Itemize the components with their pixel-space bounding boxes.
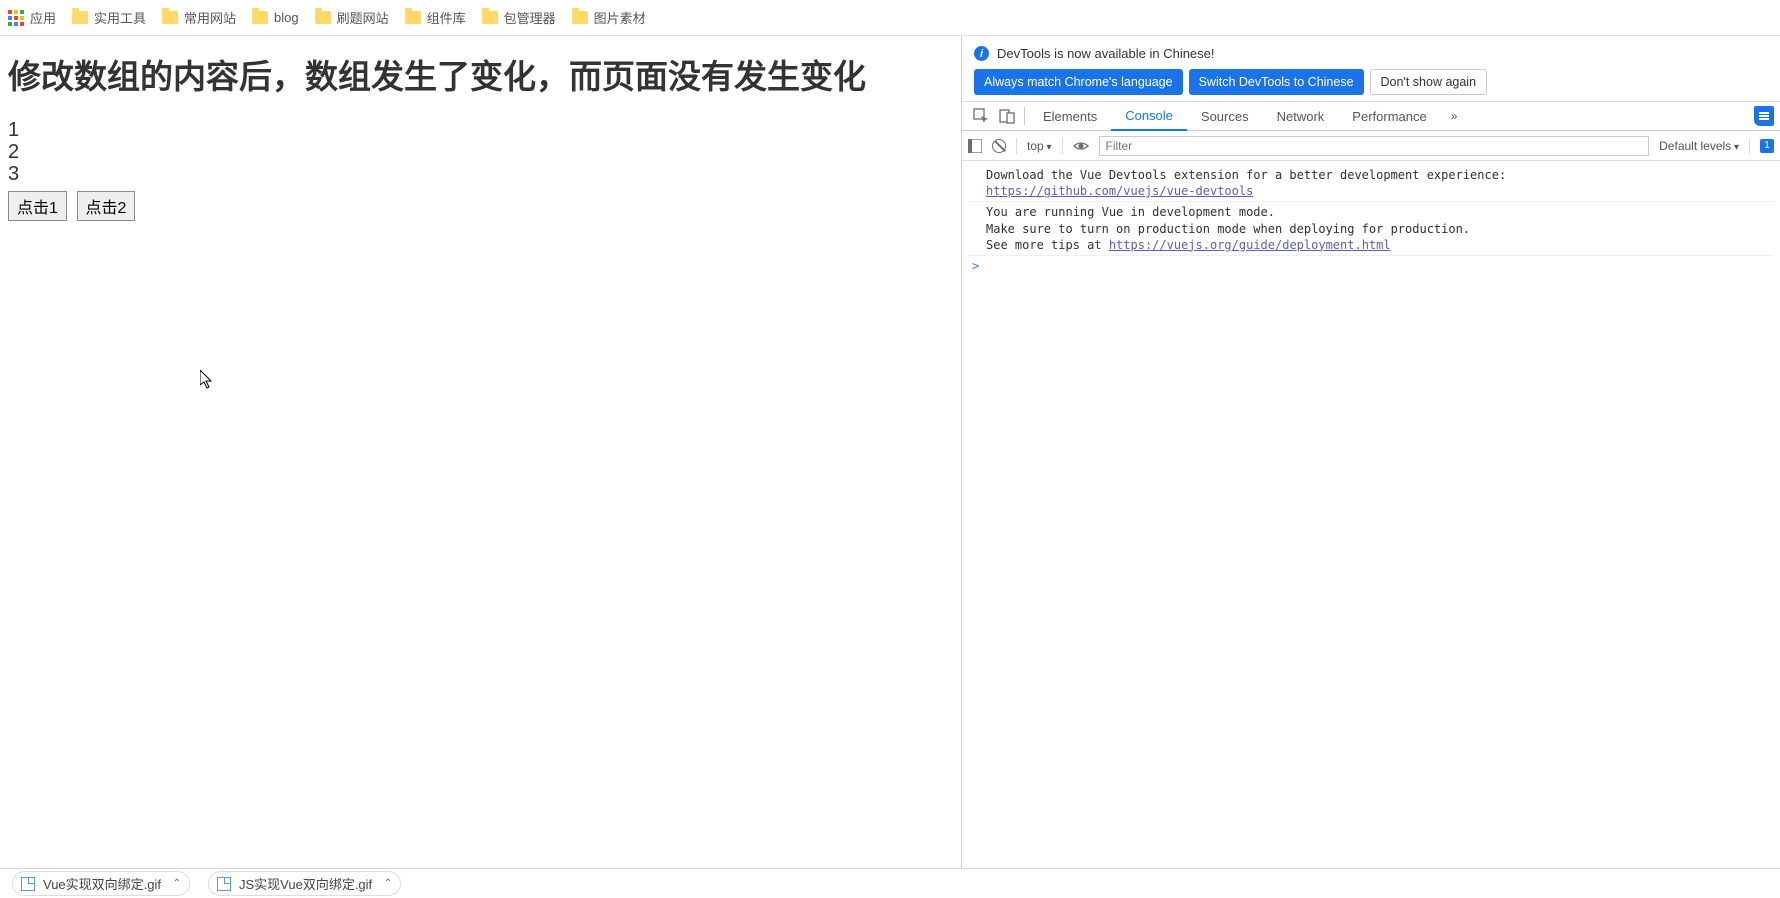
console-text: Make sure to turn on production mode whe… [986, 222, 1470, 236]
bookmark-folder[interactable]: 图片素材 [572, 8, 646, 27]
folder-icon [405, 11, 421, 24]
tab-sources[interactable]: Sources [1187, 102, 1263, 130]
bookmark-label: 刷题网站 [337, 8, 389, 27]
console-text: See more tips at [986, 238, 1109, 252]
download-item[interactable]: JS实现Vue双向绑定.gif ⌃ [208, 871, 401, 896]
feedback-icon[interactable] [1754, 106, 1774, 126]
console-toolbar: top Default levels 1 [962, 131, 1780, 161]
switch-language-button[interactable]: Switch DevTools to Chinese [1189, 69, 1364, 95]
clear-console-icon[interactable] [992, 139, 1006, 153]
info-icon: i [974, 46, 989, 61]
more-tabs-icon[interactable]: » [1445, 109, 1464, 123]
tab-performance[interactable]: Performance [1338, 102, 1440, 130]
file-icon [217, 877, 231, 891]
bookmark-folder[interactable]: 常用网站 [162, 8, 236, 27]
console-sidebar-toggle-icon[interactable] [968, 139, 982, 153]
device-toggle-icon[interactable] [994, 108, 1020, 124]
bookmark-folder[interactable]: 包管理器 [482, 8, 556, 27]
bookmark-label: 图片素材 [594, 8, 646, 27]
console-link[interactable]: https://vuejs.org/guide/deployment.html [1109, 238, 1391, 252]
console-link[interactable]: https://github.com/vuejs/vue-devtools [986, 184, 1253, 198]
bookmark-folder[interactable]: blog [252, 10, 299, 25]
list-item: 3 [8, 163, 953, 185]
console-message: You are running Vue in development mode.… [968, 202, 1774, 256]
infobar-message: DevTools is now available in Chinese! [997, 46, 1215, 61]
console-message: Download the Vue Devtools extension for … [968, 165, 1774, 202]
download-filename: Vue实现双向绑定.gif [43, 874, 161, 893]
inspect-element-icon[interactable] [968, 108, 994, 124]
apps-icon [8, 10, 24, 26]
list-item: 2 [8, 141, 953, 163]
prompt-symbol: > [972, 259, 979, 273]
bookmark-label: 组件库 [427, 8, 466, 27]
bookmark-label: 常用网站 [184, 8, 236, 27]
devtools-tabs: Elements Console Sources Network Perform… [962, 101, 1780, 131]
context-selector[interactable]: top [1027, 139, 1052, 153]
click1-button[interactable]: 点击1 [8, 191, 67, 221]
tab-elements[interactable]: Elements [1029, 102, 1111, 130]
downloads-bar: Vue实现双向绑定.gif ⌃ JS实现Vue双向绑定.gif ⌃ [0, 868, 1780, 898]
download-filename: JS实现Vue双向绑定.gif [239, 874, 372, 893]
console-prompt[interactable]: > [968, 256, 1774, 274]
tab-console[interactable]: Console [1111, 103, 1187, 131]
issues-count-badge[interactable]: 1 [1760, 139, 1774, 153]
log-levels-selector[interactable]: Default levels [1659, 139, 1739, 153]
click2-button[interactable]: 点击2 [77, 191, 136, 221]
folder-icon [162, 11, 178, 24]
bookmark-folder[interactable]: 组件库 [405, 8, 466, 27]
dont-show-again-button[interactable]: Don't show again [1370, 69, 1488, 95]
bookmark-label: blog [274, 10, 299, 25]
bookmark-folder[interactable]: 刷题网站 [315, 8, 389, 27]
folder-icon [482, 11, 498, 24]
console-text: You are running Vue in development mode. [986, 205, 1275, 219]
folder-icon [252, 11, 268, 24]
folder-icon [72, 11, 88, 24]
page-title: 修改数组的内容后，数组发生了变化，而页面没有发生变化 [8, 56, 953, 99]
bookmarks-bar: 应用 实用工具 常用网站 blog 刷题网站 组件库 包管理器 图片素材 [0, 0, 1780, 36]
bookmark-label: 包管理器 [504, 8, 556, 27]
live-expression-icon[interactable] [1073, 138, 1089, 154]
tab-network[interactable]: Network [1263, 102, 1339, 130]
console-text: Download the Vue Devtools extension for … [986, 168, 1506, 182]
language-infobar: i DevTools is now available in Chinese! … [962, 36, 1780, 101]
file-icon [21, 877, 35, 891]
console-output: Download the Vue Devtools extension for … [962, 161, 1780, 278]
list-item: 1 [8, 119, 953, 141]
bookmark-folder[interactable]: 实用工具 [72, 8, 146, 27]
always-match-language-button[interactable]: Always match Chrome's language [974, 69, 1183, 95]
chevron-up-icon: ⌃ [173, 878, 181, 889]
page-content: 修改数组的内容后，数组发生了变化，而页面没有发生变化 1 2 3 点击1 点击2 [0, 36, 962, 868]
chevron-up-icon: ⌃ [384, 878, 392, 889]
filter-input[interactable] [1099, 136, 1650, 156]
apps-label: 应用 [30, 8, 56, 27]
folder-icon [315, 11, 331, 24]
download-item[interactable]: Vue实现双向绑定.gif ⌃ [12, 871, 190, 896]
bookmark-label: 实用工具 [94, 8, 146, 27]
apps-button[interactable]: 应用 [8, 8, 56, 27]
folder-icon [572, 11, 588, 24]
devtools-panel: i DevTools is now available in Chinese! … [962, 36, 1780, 868]
